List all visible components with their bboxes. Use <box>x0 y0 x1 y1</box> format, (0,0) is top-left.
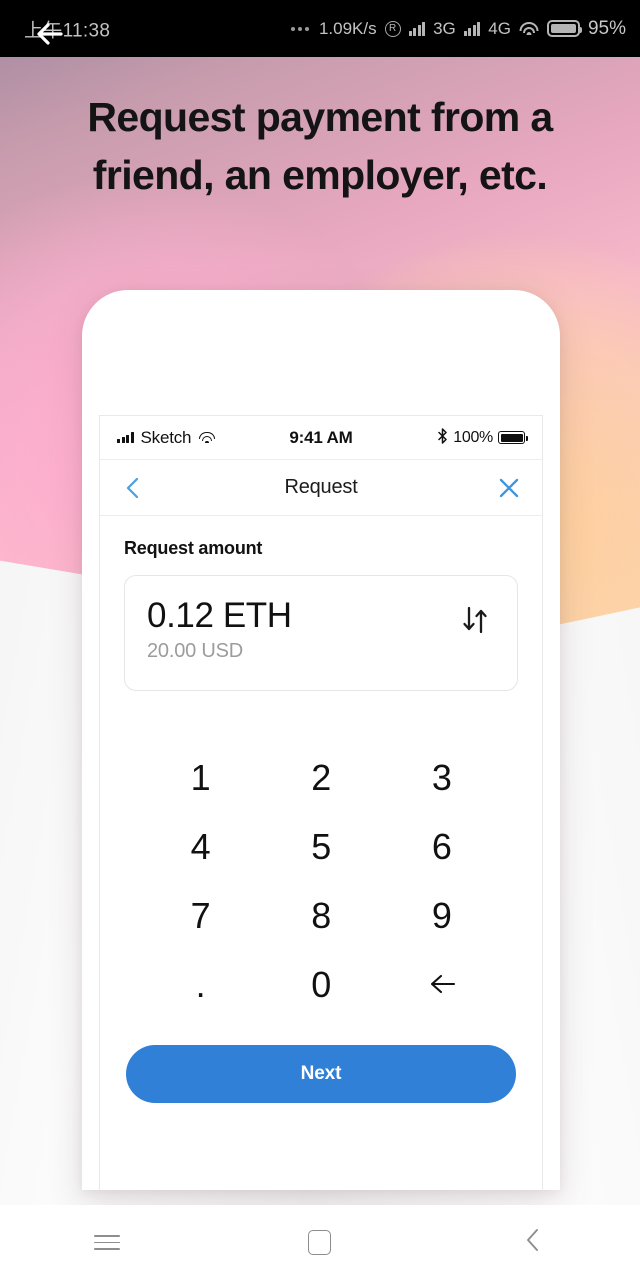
app-nav-title: Request <box>284 476 358 498</box>
nav-back-chevron-left-icon[interactable] <box>118 473 148 503</box>
page-title: Request payment from a friend, an employ… <box>87 94 553 199</box>
signal-bars-icon-1 <box>408 21 426 36</box>
battery-percent-label: 100% <box>453 428 493 446</box>
network-type-label-2: 4G <box>488 18 511 38</box>
key-1[interactable]: 1 <box>140 743 261 812</box>
amount-secondary-value: 20.00 USD <box>147 640 244 663</box>
key-4[interactable]: 4 <box>140 812 261 881</box>
ios-status-right: 100% <box>437 428 528 447</box>
nav-back-button[interactable] <box>496 1217 570 1269</box>
system-status-bar: 上午11:38 1.09K/s R 3G 4G 95% <box>0 0 640 57</box>
numeric-keypad: 1 2 3 4 5 6 7 8 9 . 0 <box>100 743 542 1019</box>
key-decimal[interactable]: . <box>140 950 261 1019</box>
back-arrow-icon[interactable] <box>28 13 74 55</box>
amount-primary-value: 0.12 ETH <box>147 596 292 635</box>
next-button[interactable]: Next <box>126 1045 516 1103</box>
key-5[interactable]: 5 <box>261 812 382 881</box>
carrier-label: Sketch <box>140 427 192 447</box>
amount-values: 0.12 ETH 20.00 USD <box>147 596 292 663</box>
key-3[interactable]: 3 <box>381 743 502 812</box>
wifi-icon <box>519 21 539 37</box>
key-backspace[interactable] <box>381 950 502 1019</box>
nav-home-button[interactable] <box>283 1217 357 1269</box>
wifi-icon <box>198 431 215 444</box>
next-button-container: Next <box>100 1019 542 1103</box>
android-nav-bar <box>0 1205 640 1280</box>
overflow-dots-icon <box>290 26 309 31</box>
system-status-icons: 1.09K/s R 3G 4G 95% <box>290 17 626 40</box>
ios-status-left: Sketch <box>117 428 215 448</box>
battery-icon <box>498 431 528 444</box>
amount-input-card[interactable]: 0.12 ETH 20.00 USD <box>124 575 518 691</box>
chevron-left-icon <box>522 1227 544 1258</box>
home-square-icon <box>308 1230 332 1255</box>
request-amount-section: Request amount 0.12 ETH 20.00 USD <box>100 516 542 691</box>
battery-percent-label: 95% <box>587 17 626 39</box>
app-nav-bar: Request <box>100 460 542 516</box>
key-2[interactable]: 2 <box>261 743 382 812</box>
key-0[interactable]: 0 <box>261 950 382 1019</box>
nav-recents-button[interactable] <box>70 1217 144 1269</box>
roaming-icon: R <box>384 20 401 37</box>
cellular-bars-icon <box>117 432 134 443</box>
menu-hamburger-icon <box>93 1234 120 1251</box>
battery-icon <box>546 20 582 37</box>
ios-status-bar: Sketch 9:41 AM 100% <box>100 416 542 460</box>
signal-bars-icon-2 <box>463 21 481 36</box>
backspace-arrow-icon <box>425 964 459 1006</box>
key-7[interactable]: 7 <box>140 881 261 950</box>
network-type-label-1: 3G <box>433 18 456 38</box>
key-6[interactable]: 6 <box>381 812 502 881</box>
swap-arrows-icon[interactable] <box>455 600 495 640</box>
close-x-icon[interactable] <box>494 473 524 503</box>
network-speed-label: 1.09K/s <box>318 18 377 38</box>
bluetooth-icon <box>437 428 448 447</box>
key-9[interactable]: 9 <box>381 881 502 950</box>
request-amount-label: Request amount <box>124 538 263 558</box>
phone-screen: Sketch 9:41 AM 100% Request Request amou… <box>99 415 543 1190</box>
phone-mockup: Sketch 9:41 AM 100% Request Request amou… <box>82 290 560 1190</box>
key-8[interactable]: 8 <box>261 881 382 950</box>
